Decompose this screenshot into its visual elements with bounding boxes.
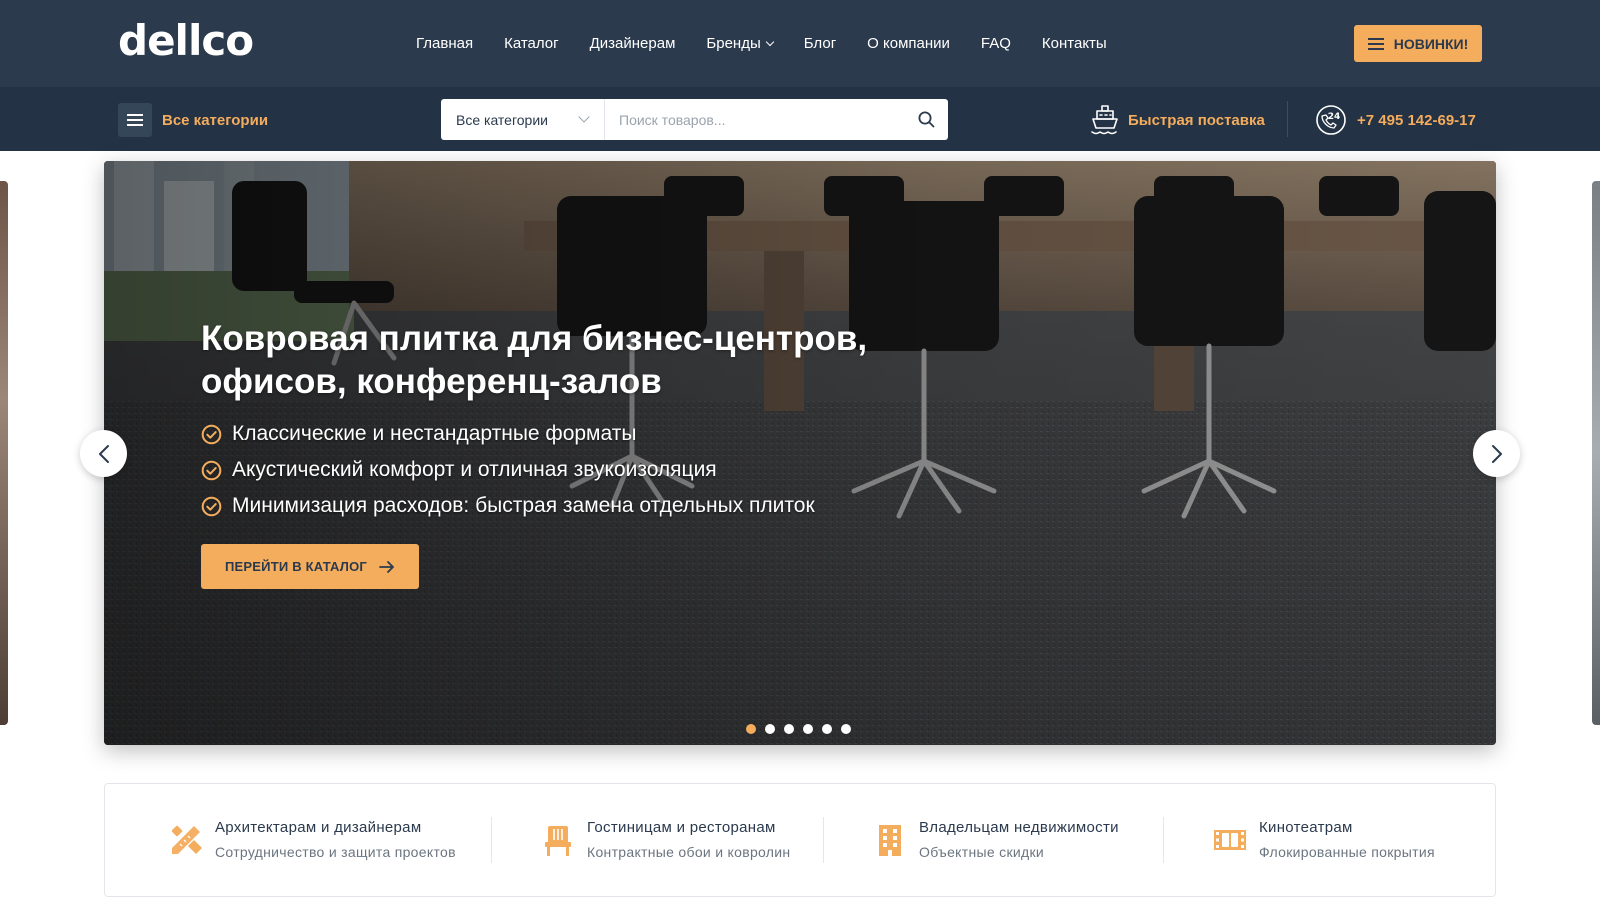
nav-item-faq[interactable]: FAQ [981,32,1011,56]
search-category-value: Все категории [456,111,548,128]
phone-link[interactable]: 24 +7 495 142-69-17 [1315,103,1476,137]
feature-title: Гостиницам и ресторанам [587,819,776,836]
feature-subtitle: Флокированные покрытия [1259,844,1435,860]
all-categories-label: Все категории [162,111,269,129]
hero-bullet: Акустический комфорт и отличная звукоизо… [201,452,815,488]
feature-architects[interactable]: Архитектарам и дизайнерам Сотрудничество… [167,784,456,896]
feature-title: Кинотеатрам [1259,819,1353,836]
slider-dots [746,724,851,734]
divider [823,817,824,863]
ship-icon [1091,105,1118,135]
slider-dot[interactable] [746,724,756,734]
chevron-right-icon [1491,444,1502,463]
divider [1163,817,1164,863]
all-categories-button[interactable]: Все категории [118,103,268,137]
slider-prev-button[interactable] [80,430,127,477]
feature-title: Архитектарам и дизайнерам [215,819,422,836]
main-nav: Главная Каталог Дизайнерам Бренды Блог О… [416,32,1138,56]
feature-subtitle: Сотрудничество и защита проектов [215,844,456,860]
check-circle-icon [201,496,222,516]
search-bar: Все категории [441,99,948,140]
go-to-catalog-button[interactable]: ПЕРЕЙТИ В КАТАЛОГ [201,544,419,589]
hero-bullet: Классические и нестандартные форматы [201,416,815,452]
search-icon [918,111,934,128]
audience-features: Архитектарам и дизайнерам Сотрудничество… [104,783,1496,897]
feature-title: Владельцам недвижимости [919,819,1119,836]
hero-bullet: Минимизация расходов: быстрая замена отд… [201,488,815,524]
new-arrivals-label: НОВИНКИ! [1393,35,1469,52]
search-input[interactable] [605,100,904,139]
hero-title: Ковровая плитка для бизнес-центров, офис… [201,319,868,401]
check-circle-icon [201,424,222,444]
phone-badge-text: 24 [1328,112,1341,122]
search-category-select[interactable]: Все категории [441,99,605,140]
nav-item-brands-label: Бренды [706,35,761,52]
divider [1287,101,1288,137]
chevron-down-icon [765,37,774,47]
chevron-left-icon [98,444,109,463]
nav-item-catalog[interactable]: Каталог [504,32,559,56]
ruler-pencil-icon [167,821,205,859]
slider-dot[interactable] [841,724,851,734]
new-arrivals-button[interactable]: НОВИНКИ! [1354,25,1482,62]
hero-bullets: Классические и нестандартные форматы Аку… [201,416,815,524]
feature-subtitle: Контрактные обои и ковролин [587,844,791,860]
phone-24-icon: 24 [1316,105,1346,135]
fast-delivery-link[interactable]: Быстрая поставка [1090,103,1265,137]
hero-bullet-text: Классические и нестандартные форматы [232,422,637,445]
slider-dot[interactable] [784,724,794,734]
chair-icon [539,821,577,859]
building-icon [871,821,909,859]
search-button[interactable] [904,99,948,140]
slider-dot[interactable] [822,724,832,734]
next-slide-peek [1592,181,1600,725]
nav-item-contacts[interactable]: Контакты [1042,32,1107,56]
fast-delivery-label: Быстрая поставка [1128,111,1265,129]
slider-dot[interactable] [803,724,813,734]
hero-slider: Ковровая плитка для бизнес-центров, офис… [104,161,1496,745]
hero-bullet-text: Минимизация расходов: быстрая замена отд… [232,494,815,517]
feature-cinemas[interactable]: Кинотеатрам Флокированные покрытия [1211,784,1435,896]
feature-hotels[interactable]: Гостиницам и ресторанам Контрактные обои… [539,784,790,896]
chevron-down-icon [578,111,590,123]
slider-dot[interactable] [765,724,775,734]
feature-property-owners[interactable]: Владельцам недвижимости Объектные скидки [871,784,1119,896]
hero-bullet-text: Акустический комфорт и отличная звукоизо… [232,458,717,481]
divider [491,817,492,863]
slider-next-button[interactable] [1473,430,1520,477]
prev-slide-peek [0,181,8,725]
menu-icon [1367,37,1384,50]
nav-item-brands[interactable]: Бренды [706,32,774,56]
nav-item-about[interactable]: О компании [867,32,950,56]
site-logo[interactable]: dellco [118,16,254,66]
categories-menu-icon [118,103,152,137]
nav-item-blog[interactable]: Блог [804,32,836,56]
phone-number: +7 495 142-69-17 [1357,111,1476,129]
check-circle-icon [201,460,222,480]
film-icon [1211,821,1249,859]
arrow-right-icon [379,560,394,573]
go-to-catalog-label: ПЕРЕЙТИ В КАТАЛОГ [225,559,367,574]
nav-item-designers[interactable]: Дизайнерам [590,32,676,56]
nav-item-home[interactable]: Главная [416,32,473,56]
feature-subtitle: Объектные скидки [919,844,1045,860]
